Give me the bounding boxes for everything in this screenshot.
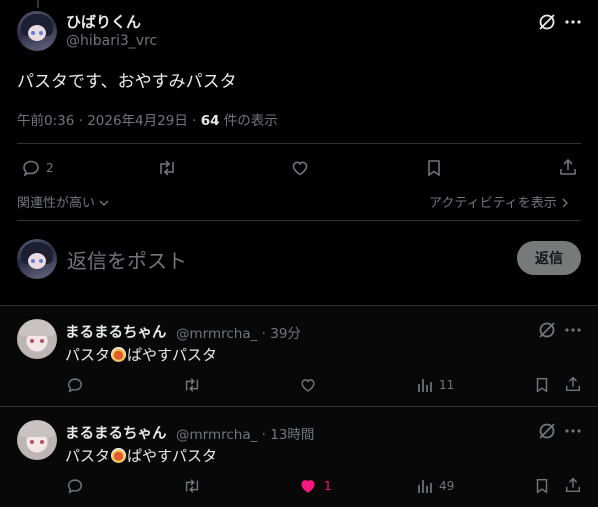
chevron-right-icon — [562, 198, 568, 208]
like-button[interactable] — [290, 158, 310, 178]
chevron-down-icon — [99, 200, 109, 206]
author-handle[interactable]: @hibari3_vrc — [66, 33, 157, 49]
reply-avatar[interactable] — [17, 319, 57, 359]
more-icon[interactable] — [563, 320, 583, 340]
like-count: 1 — [324, 479, 332, 493]
bookmark-button[interactable] — [533, 376, 551, 394]
share-button[interactable] — [564, 375, 582, 393]
activity-label: アクティビティを表示 — [429, 196, 557, 211]
like-button[interactable] — [299, 376, 322, 394]
grok-icon[interactable] — [537, 320, 557, 340]
reply-count: 2 — [46, 161, 54, 175]
share-button[interactable] — [564, 476, 582, 494]
reply-text: パスタ ぱやすパスタ — [65, 447, 218, 465]
more-icon[interactable] — [563, 12, 583, 32]
reply-time: · 39分 — [261, 326, 301, 342]
grok-icon[interactable] — [537, 12, 557, 32]
reply-button[interactable] — [66, 477, 84, 495]
view-count: 11 — [439, 378, 455, 392]
show-activity-link[interactable]: アクティビティを表示 — [429, 192, 569, 211]
author-avatar[interactable] — [17, 11, 57, 51]
reply-item[interactable]: まるまるちゃん @mrmrcha_ · 13時間 パスタ ぱやすパスタ 1 49 — [0, 407, 598, 507]
sort-label: 関連性が高い — [17, 196, 96, 211]
reply-icon — [23, 160, 39, 177]
share-icon — [560, 158, 576, 175]
repost-button[interactable] — [182, 477, 202, 495]
repost-button[interactable] — [156, 158, 178, 178]
repost-icon — [185, 378, 199, 392]
reply-icon — [67, 479, 83, 494]
reply-submit-button[interactable]: 返信 — [517, 241, 581, 275]
views-icon — [418, 379, 432, 392]
share-icon — [565, 376, 581, 392]
like-icon — [301, 480, 315, 493]
more-icon[interactable] — [563, 421, 583, 441]
reply-input[interactable]: 返信をポスト — [67, 245, 187, 274]
pasta-emoji — [111, 347, 127, 362]
reply-button[interactable] — [66, 376, 84, 394]
repost-button[interactable] — [182, 376, 202, 394]
reply-avatar[interactable] — [17, 420, 57, 460]
post-text: パスタです、おやすみパスタ — [17, 72, 237, 92]
reply-author-handle[interactable]: @mrmrcha_ · 39分 — [176, 322, 301, 342]
view-label: 件の表示 — [219, 113, 278, 129]
reply-author-handle[interactable]: @mrmrcha_ · 13時間 — [176, 423, 314, 443]
share-button[interactable] — [558, 157, 578, 177]
bookmark-button[interactable] — [533, 477, 551, 495]
post-meta: 午前0:36 · 2026年4月29日 · 64 件の表示 — [17, 109, 278, 129]
thread-line — [37, 0, 39, 8]
pasta-emoji — [111, 448, 127, 463]
like-button[interactable]: 1 — [299, 477, 332, 495]
post-time[interactable]: 午前0:36 · 2026年4月29日 · — [17, 113, 201, 129]
bookmark-icon — [536, 478, 548, 494]
composer-avatar — [17, 239, 57, 279]
views-button[interactable]: 11 — [416, 376, 454, 394]
reply-author-name[interactable]: まるまるちゃん — [65, 321, 167, 342]
grok-icon[interactable] — [537, 421, 557, 441]
bookmark-button[interactable] — [424, 158, 444, 178]
reply-button[interactable]: 2 — [21, 158, 54, 178]
author-name[interactable]: ひばりくん — [66, 11, 141, 32]
divider — [17, 220, 581, 221]
bookmark-icon — [428, 160, 440, 177]
bookmark-icon — [536, 377, 548, 393]
reply-time: · 13時間 — [261, 427, 315, 443]
reply-icon — [67, 378, 83, 393]
view-count: 64 — [200, 113, 220, 129]
reply-item[interactable]: まるまるちゃん @mrmrcha_ · 39分 パスタ ぱやすパスタ 11 — [0, 306, 598, 406]
divider — [17, 143, 581, 144]
sort-relevance-dropdown[interactable]: 関連性が高い — [17, 192, 109, 211]
like-icon — [301, 379, 315, 392]
like-icon — [292, 161, 308, 176]
view-count: 49 — [439, 479, 455, 493]
repost-icon — [160, 160, 174, 176]
reply-author-name[interactable]: まるまるちゃん — [65, 422, 167, 443]
views-button[interactable]: 49 — [416, 477, 454, 495]
repost-icon — [185, 479, 199, 493]
share-icon — [565, 477, 581, 493]
views-icon — [418, 480, 432, 493]
reply-text: パスタ ぱやすパスタ — [65, 346, 218, 364]
